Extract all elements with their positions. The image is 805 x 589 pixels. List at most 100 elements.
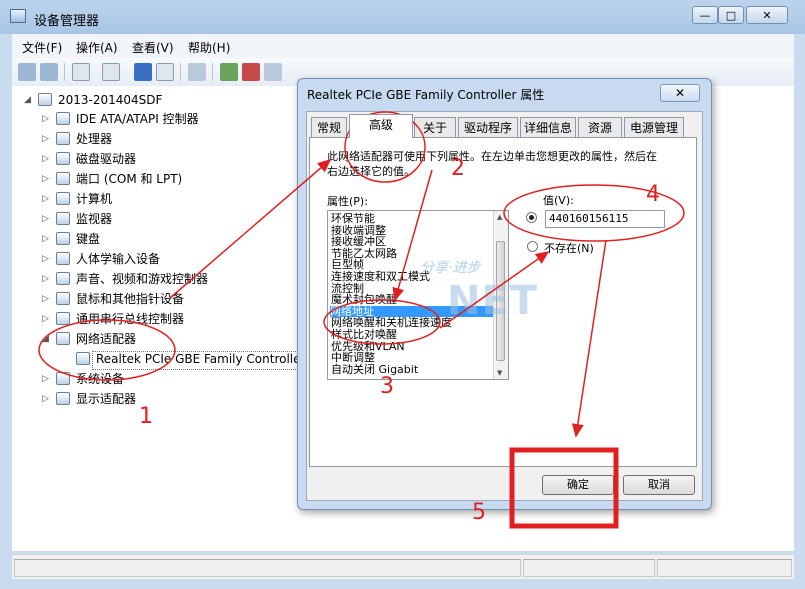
scroll-down-arrow-icon[interactable]: ▼ [497, 369, 502, 377]
tab-details[interactable]: 详细信息 [520, 117, 576, 137]
tree-item-label: 人体学输入设备 [76, 252, 161, 266]
menu-view[interactable]: 查看(V) [132, 39, 174, 56]
not-present-option[interactable]: 不存在(N) [527, 240, 594, 256]
property-list-item[interactable]: 接收缓冲区 [331, 236, 386, 247]
ok-button[interactable]: 确定 [542, 475, 614, 495]
window-title: 设备管理器 [34, 14, 100, 29]
tab-resources[interactable]: 资源 [578, 117, 622, 137]
expand-triangle-icon[interactable]: ▷ [42, 210, 49, 228]
update-driver-icon[interactable] [220, 63, 238, 81]
property-list-item[interactable]: 连接速度和双工模式 [331, 271, 430, 282]
scroll-up-arrow-icon[interactable]: ▲ [497, 213, 502, 221]
property-list-item[interactable]: 魔术封包唤醒 [331, 294, 397, 305]
property-list-item[interactable]: 接收端调整 [331, 225, 386, 236]
menu-file[interactable]: 文件(F) [22, 39, 62, 56]
tree-item-label: 鼠标和其他指针设备 [76, 292, 185, 306]
disable-device-icon[interactable] [264, 63, 282, 81]
toolbar-separator [180, 63, 181, 81]
expand-triangle-icon[interactable]: ▷ [42, 190, 49, 208]
property-label: 属性(P): [327, 195, 368, 208]
back-arrow-icon[interactable] [18, 63, 36, 81]
expand-triangle-icon[interactable]: ▷ [42, 230, 49, 248]
annotation-number-1: 1 [139, 404, 153, 429]
annotation-number-5: 5 [472, 500, 486, 525]
computer-icon [38, 93, 52, 106]
menu-bar: 文件(F) 操作(A) 查看(V) 帮助(H) [12, 34, 794, 59]
forward-arrow-icon[interactable] [40, 63, 58, 81]
tab-power-management[interactable]: 电源管理 [624, 117, 684, 137]
close-button[interactable]: ✕ [746, 6, 788, 24]
toolbar-separator [212, 63, 213, 81]
tree-item-label: 磁盘驱动器 [76, 152, 137, 166]
expand-triangle-icon[interactable]: ▷ [42, 390, 49, 408]
tree-item-label: 计算机 [76, 192, 113, 206]
tree-item-label: 监视器 [76, 212, 113, 226]
tab-about[interactable]: 关于 [414, 117, 456, 137]
tree-item-label: 通用串行总线控制器 [76, 312, 185, 326]
expand-triangle-icon[interactable]: ▷ [42, 270, 49, 288]
help-icon[interactable] [134, 63, 152, 81]
device-manager-app-icon [10, 9, 26, 23]
property-list-item[interactable]: 自动关闭 Gigabit [331, 364, 418, 375]
collapse-triangle-icon[interactable]: ◢ [24, 91, 31, 109]
expand-triangle-icon[interactable]: ▷ [42, 170, 49, 188]
device-category-icon [56, 232, 70, 245]
show-hide-console-tree-icon[interactable] [72, 63, 90, 81]
property-list-item[interactable]: 优先级和VLAN [331, 341, 405, 352]
property-list-item[interactable]: 环保节能 [331, 213, 375, 224]
menu-help[interactable]: 帮助(H) [188, 39, 230, 56]
property-list-item[interactable]: 网络唤醒和关机连接速度 [331, 317, 452, 328]
network-card-icon [76, 352, 90, 365]
scan-hardware-icon[interactable] [188, 63, 206, 81]
not-present-radio[interactable] [527, 241, 538, 252]
menu-action[interactable]: 操作(A) [76, 39, 118, 56]
property-list-item[interactable]: 样式比对唤醒 [331, 329, 397, 340]
uninstall-icon[interactable] [242, 63, 260, 81]
device-category-icon [56, 132, 70, 145]
action-pane-icon[interactable] [156, 63, 174, 81]
property-list-item[interactable]: 流控制 [331, 283, 364, 294]
expand-triangle-icon[interactable]: ▷ [42, 290, 49, 308]
expand-triangle-icon[interactable]: ▷ [42, 250, 49, 268]
annotation-number-3: 3 [380, 374, 394, 399]
device-category-icon [56, 372, 70, 385]
status-cell [657, 559, 792, 577]
value-input[interactable]: 440160156115 [545, 210, 665, 228]
annotation-number-2: 2 [451, 156, 465, 181]
expand-triangle-icon[interactable]: ▷ [42, 130, 49, 148]
tree-item-label: 键盘 [76, 232, 101, 246]
device-category-icon [56, 152, 70, 165]
status-bar [12, 554, 794, 579]
device-category-icon [56, 112, 70, 125]
dialog-close-button[interactable]: ✕ [660, 84, 700, 102]
expand-triangle-icon[interactable]: ▷ [42, 370, 49, 388]
expand-triangle-icon[interactable]: ▷ [42, 150, 49, 168]
properties-icon[interactable] [102, 63, 120, 81]
not-present-label: 不存在(N) [544, 242, 594, 255]
watermark-slogan: 分享·进步 [420, 260, 481, 276]
device-category-icon [56, 252, 70, 265]
collapse-triangle-icon[interactable]: ◢ [42, 330, 49, 348]
property-list-item[interactable]: 巨型帧 [331, 259, 364, 270]
property-list-item[interactable]: 中断调整 [331, 352, 375, 363]
annotation-number-4: 4 [646, 182, 660, 207]
tree-item-label: 系统设备 [76, 372, 125, 386]
dialog-title: Realtek PCIe GBE Family Controller 属性 [307, 88, 545, 102]
tab-general[interactable]: 常规 [311, 117, 347, 137]
device-category-icon [56, 272, 70, 285]
expand-triangle-icon[interactable]: ▷ [42, 110, 49, 128]
watermark-logo: NET [447, 278, 539, 324]
status-cell [14, 559, 521, 577]
expand-triangle-icon[interactable]: ▷ [42, 310, 49, 328]
minimize-button[interactable]: — [692, 6, 718, 24]
cancel-button[interactable]: 取消 [623, 475, 695, 495]
tree-item-label: 显示适配器 [76, 392, 137, 406]
tab-driver[interactable]: 驱动程序 [458, 117, 518, 137]
title-bar[interactable]: 设备管理器 — □ ✕ [0, 0, 805, 34]
maximize-button[interactable]: □ [718, 6, 744, 24]
tree-selection-focus [92, 351, 304, 370]
advanced-description: 此网络适配器可使用下列属性。在左边单击您想更改的属性，然后在右边选择它的值。 [327, 150, 657, 178]
value-radio[interactable] [526, 212, 537, 223]
tab-advanced[interactable]: 高级 [349, 114, 413, 138]
tree-item-label: 端口 (COM 和 LPT) [76, 172, 183, 186]
